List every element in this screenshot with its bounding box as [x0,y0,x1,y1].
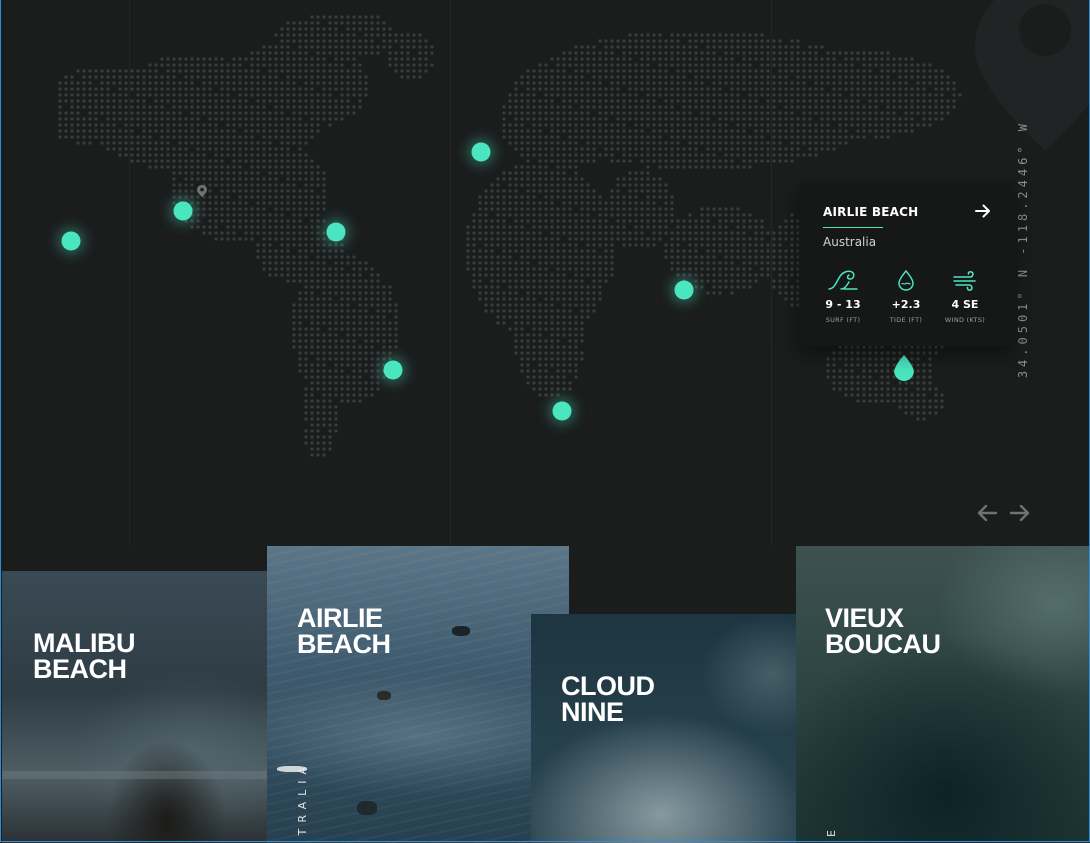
location-info-card: AIRLIE BEACH Australia 9 - 13 SURF (FT) … [799,183,1013,346]
carousel-next-arrow-icon[interactable] [1009,504,1031,522]
card-side-label: E [825,824,838,837]
map-marker-4[interactable] [471,142,491,162]
wave-icon [828,270,858,290]
map-marker-malibu[interactable] [173,201,193,221]
card-vieux-boucau[interactable]: VIEUX BOUCAU E [796,546,1090,843]
card-title: AIRLIE BEACH [297,603,391,659]
map-pin-icon [197,185,207,197]
wind-value: 4 SE [951,298,979,311]
map-marker-airlie-active[interactable] [894,355,914,381]
wind-label: WIND (KTS) [944,316,986,324]
card-side-label: TRALIA [296,761,309,836]
tide-stat: +2.3 TIDE (FT) [876,269,936,324]
wind-icon [953,271,976,291]
tide-value: +2.3 [891,298,921,311]
map-marker-6[interactable] [552,401,572,421]
map-marker-1[interactable] [61,231,81,251]
droplet-icon [898,269,914,291]
title-underline [823,227,883,228]
arrow-right-icon[interactable] [975,204,991,218]
location-name: AIRLIE BEACH [823,205,919,219]
surf-label: SURF (FT) [825,316,861,324]
large-location-pin-icon [975,0,1090,150]
card-title: CLOUD NINE [561,671,655,727]
coordinates-readout: 34.0501° N -118.2446° W [1016,120,1030,379]
wind-stat: 4 SE WIND (KTS) [935,269,995,324]
card-malibu-beach[interactable]: MALIBU BEACH [2,571,267,843]
surf-stat: 9 - 13 SURF (FT) [813,269,873,324]
tide-label: TIDE (FT) [889,316,923,324]
card-title: VIEUX BOUCAU [825,603,941,659]
map-marker-5[interactable] [383,360,403,380]
map-marker-7[interactable] [674,280,694,300]
card-cloud-nine[interactable]: CLOUD NINE [531,614,796,843]
map-marker-3[interactable] [326,222,346,242]
location-country: Australia [823,235,877,249]
surf-value: 9 - 13 [825,298,861,311]
card-title: MALIBU BEACH [33,628,135,684]
card-airlie-beach[interactable]: AIRLIE BEACH TRALIA [267,546,569,843]
carousel-prev-arrow-icon[interactable] [976,504,998,522]
